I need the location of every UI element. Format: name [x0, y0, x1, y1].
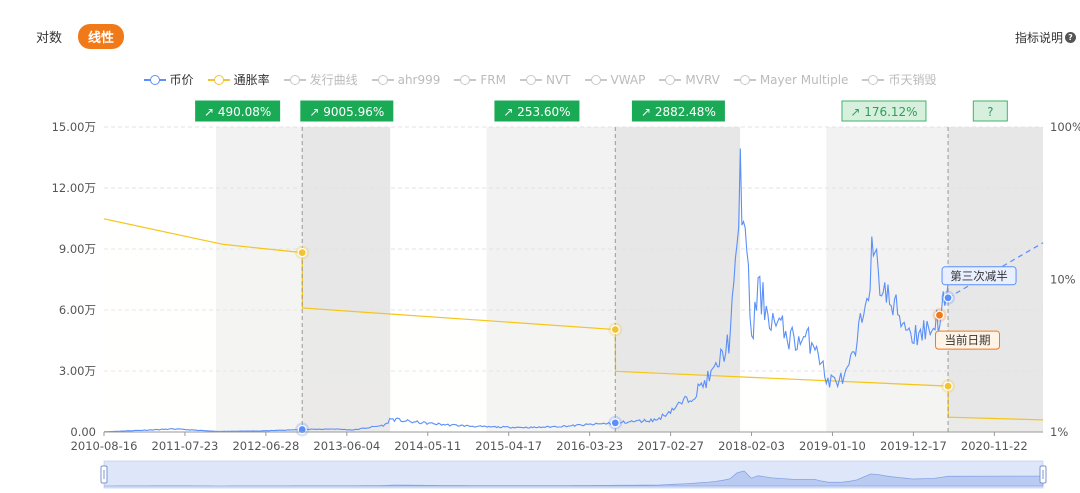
halving-price-marker [610, 418, 620, 428]
x-tick-label: 2017-02-27 [637, 439, 704, 453]
x-tick-label: 2015-04-17 [475, 439, 542, 453]
legend-symbol-icon [519, 74, 542, 85]
legend-symbol-icon [207, 74, 230, 85]
y-left-tick-label: 3.00万 [59, 364, 96, 378]
legend-item-frm[interactable]: FRM [454, 71, 506, 88]
legend-item-nvt[interactable]: NVT [519, 71, 571, 88]
current-date-marker [934, 310, 945, 320]
period-badge: ↗ 253.60% [494, 100, 580, 122]
scale-toggle: 对数 线性 [36, 23, 125, 49]
halving-price-marker [943, 293, 953, 303]
legend-label: MVRV [685, 72, 720, 87]
price-inflation-chart: ↗ 490.08% ↗ 9005.96% ↗ 253.60% ↗ 2882.48% ↗ … [52, 100, 1080, 489]
halving-callout-label: 第三次减半 [950, 269, 1008, 283]
log-scale-button[interactable]: 对数 [36, 27, 62, 46]
legend-label: 通胀率 [233, 73, 270, 87]
period-badge: ↗ 2882.48% [631, 100, 725, 122]
legend-symbol-icon [371, 74, 394, 85]
halving-callout: 第三次减半 [941, 266, 1017, 286]
period-badge-label: ↗ 490.08% [204, 105, 271, 119]
x-tick-label: 2012-06-28 [232, 439, 299, 453]
linear-scale-button[interactable]: 线性 [78, 23, 125, 49]
period-badge-label: ↗ 2882.48% [641, 105, 716, 119]
zoom-selection [104, 461, 1043, 488]
period-badge-label: ↗ 176.12% [850, 105, 917, 119]
legend-item-coindays[interactable]: 币天销毁 [862, 71, 936, 88]
y-right-tick-label: 1% [1050, 425, 1068, 439]
halving-inflation-marker [610, 324, 620, 335]
x-tick-label: 2018-02-03 [718, 439, 785, 453]
legend-item-ahr999[interactable]: ahr999 [371, 71, 441, 88]
y-left-tick-label: 15.00万 [52, 120, 96, 134]
legend-label: Mayer Multiple [759, 72, 849, 87]
current-date-callout-label: 当前日期 [945, 333, 991, 347]
legend-symbol-icon [862, 74, 885, 85]
period-badge: ↗ 490.08% [195, 100, 281, 122]
legend-symbol-icon [143, 74, 166, 85]
period-badge-label: ↗ 253.60% [503, 105, 570, 119]
x-tick-label: 2011-07-23 [152, 439, 219, 453]
y-right-tick-label: 100% [1050, 120, 1080, 134]
legend-item-mvrv[interactable]: MVRV [659, 71, 720, 88]
legend-label: ahr999 [397, 72, 441, 87]
period-badge-label: ↗ 9005.96% [309, 105, 384, 119]
legend-label: 币价 [169, 73, 194, 87]
period-badge: ? [972, 100, 1008, 122]
x-tick-label: 2020-11-22 [961, 439, 1028, 453]
help-label: 指标说明 [1014, 31, 1063, 45]
help-icon: ? [1065, 32, 1076, 43]
period-badges: ↗ 490.08% ↗ 9005.96% ↗ 253.60% ↗ 2882.48% ↗ … [195, 100, 1008, 122]
y-left-tick-label: 0.00 [70, 425, 96, 439]
y-right-tick-label: 10% [1050, 273, 1076, 287]
halving-inflation-marker [297, 248, 307, 258]
period-badge: ↗ 9005.96% [300, 100, 394, 122]
legend-label: FRM [480, 72, 506, 87]
x-tick-label: 2019-12-17 [880, 439, 947, 453]
legend-item-issuance[interactable]: 发行曲线 [283, 71, 358, 88]
period-badge: ↗ 176.12% [841, 100, 927, 122]
legend-label: NVT [545, 72, 571, 87]
y-left-tick-label: 9.00万 [59, 242, 96, 256]
legend-symbol-icon [733, 74, 756, 85]
legend-symbol-icon [454, 74, 477, 85]
legend-symbol-icon [659, 74, 682, 85]
legend-item-vwap[interactable]: VWAP [584, 71, 646, 88]
x-tick-label: 2019-01-10 [799, 439, 866, 453]
legend-label: 发行曲线 [309, 73, 358, 87]
zoom-slider[interactable] [100, 460, 1047, 489]
x-tick-label: 2013-06-04 [313, 439, 380, 453]
period-badge-label: ? [987, 105, 993, 119]
current-date-callout: 当前日期 [935, 330, 1001, 350]
chart-legend: 币价 通胀率 发行曲线 ahr999 FRM NVT VWAP MVRV Mayer Multi… [0, 71, 1080, 88]
legend-item-mayer[interactable]: Mayer Multiple [733, 71, 849, 88]
legend-label: 币天销毁 [888, 73, 937, 87]
indicator-help-link[interactable]: 指标说明 ? [1015, 29, 1076, 46]
x-tick-label: 2016-03-23 [556, 439, 623, 453]
y-left-tick-label: 12.00万 [52, 181, 96, 195]
legend-label: VWAP [610, 72, 646, 87]
legend-item-price[interactable]: 币价 [143, 71, 194, 88]
legend-symbol-icon [584, 74, 607, 85]
x-tick-label: 2014-05-11 [394, 439, 461, 453]
halving-inflation-marker [943, 381, 953, 391]
legend-item-inflation[interactable]: 通胀率 [207, 71, 270, 88]
y-left-tick-label: 6.00万 [59, 303, 96, 317]
legend-symbol-icon [283, 74, 306, 85]
x-tick-label: 2010-08-16 [71, 439, 138, 453]
